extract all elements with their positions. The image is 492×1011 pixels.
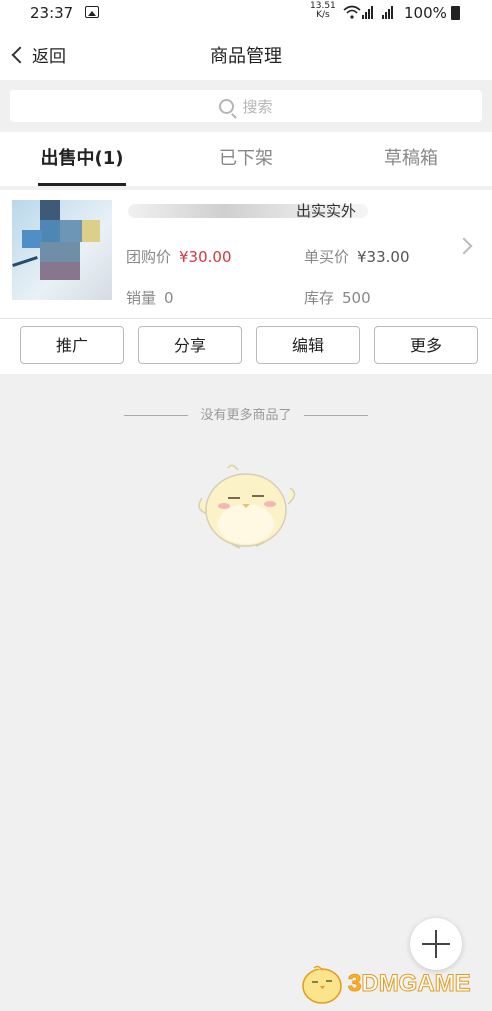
page-title: 商品管理 bbox=[210, 46, 282, 67]
group-price-row: 团购价 ¥30.00 bbox=[126, 246, 232, 267]
wifi-icon bbox=[343, 5, 361, 23]
no-more-products-hint: 没有更多商品了 bbox=[0, 404, 492, 423]
hint-line-left bbox=[124, 415, 189, 416]
tab-drafts[interactable]: 草稿箱 bbox=[366, 132, 456, 186]
group-price-value: ¥30.00 bbox=[179, 248, 232, 266]
tab-active-indicator bbox=[38, 183, 126, 186]
single-price-label: 单买价 bbox=[304, 248, 350, 266]
network-speed: 13.51 K/s bbox=[310, 2, 336, 20]
stock-value: 500 bbox=[342, 289, 371, 307]
more-button[interactable]: 更多 bbox=[374, 326, 478, 364]
tab-delisted[interactable]: 已下架 bbox=[200, 132, 292, 186]
stock-label: 库存 bbox=[304, 289, 335, 307]
battery-level: 100% bbox=[404, 4, 447, 22]
single-price-value: ¥33.00 bbox=[357, 248, 410, 266]
nav-bar: 返回 商品管理 bbox=[0, 28, 492, 80]
battery-icon bbox=[451, 6, 460, 20]
chevron-right-icon[interactable] bbox=[455, 237, 473, 255]
status-bar: 23:37 13.51 K/s 100% bbox=[0, 0, 492, 28]
search-input[interactable]: 搜索 bbox=[10, 90, 482, 122]
card-divider bbox=[0, 318, 492, 319]
image-notification-icon bbox=[85, 6, 99, 18]
product-card[interactable]: 出实实外 团购价 ¥30.00 单买价 ¥33.00 销量 0 库存 500 推广 分享… bbox=[0, 190, 492, 374]
promote-button[interactable]: 推广 bbox=[20, 326, 124, 364]
watermark-logo: 3DMGAME bbox=[298, 960, 488, 1008]
edit-button[interactable]: 编辑 bbox=[256, 326, 360, 364]
search-icon bbox=[219, 98, 235, 114]
tab-drafts-label: 草稿箱 bbox=[384, 148, 438, 169]
single-price-row: 单买价 ¥33.00 bbox=[304, 246, 410, 267]
sales-row: 销量 0 bbox=[126, 287, 174, 308]
watermark-text-prefix: 3 bbox=[347, 970, 362, 998]
hint-line-right bbox=[303, 415, 368, 416]
product-thumbnail bbox=[12, 200, 112, 300]
network-speed-unit: K/s bbox=[316, 10, 330, 20]
watermark-chick-icon bbox=[302, 965, 342, 1004]
group-price-label: 团购价 bbox=[126, 248, 172, 266]
sales-label: 销量 bbox=[126, 289, 157, 307]
product-name: 出实实外 bbox=[296, 202, 357, 220]
stock-row: 库存 500 bbox=[304, 287, 371, 308]
tab-on-sale[interactable]: 出售中(1) bbox=[38, 132, 126, 186]
sales-value: 0 bbox=[164, 289, 174, 307]
watermark-text: 3DMGAME bbox=[347, 970, 471, 998]
signal-icon bbox=[362, 4, 400, 23]
no-more-products-text: 没有更多商品了 bbox=[200, 408, 292, 423]
tab-on-sale-label: 出售中(1) bbox=[40, 148, 124, 169]
share-button[interactable]: 分享 bbox=[138, 326, 242, 364]
status-time: 23:37 bbox=[30, 4, 74, 22]
search-placeholder: 搜索 bbox=[242, 97, 273, 116]
tab-bar: 出售中(1) 已下架 草稿箱 bbox=[0, 132, 492, 186]
mascot-chick-icon bbox=[192, 458, 302, 554]
search-area: 搜索 bbox=[0, 80, 492, 130]
tab-delisted-label: 已下架 bbox=[219, 148, 273, 169]
watermark-text-rest: DMGAME bbox=[361, 970, 471, 998]
